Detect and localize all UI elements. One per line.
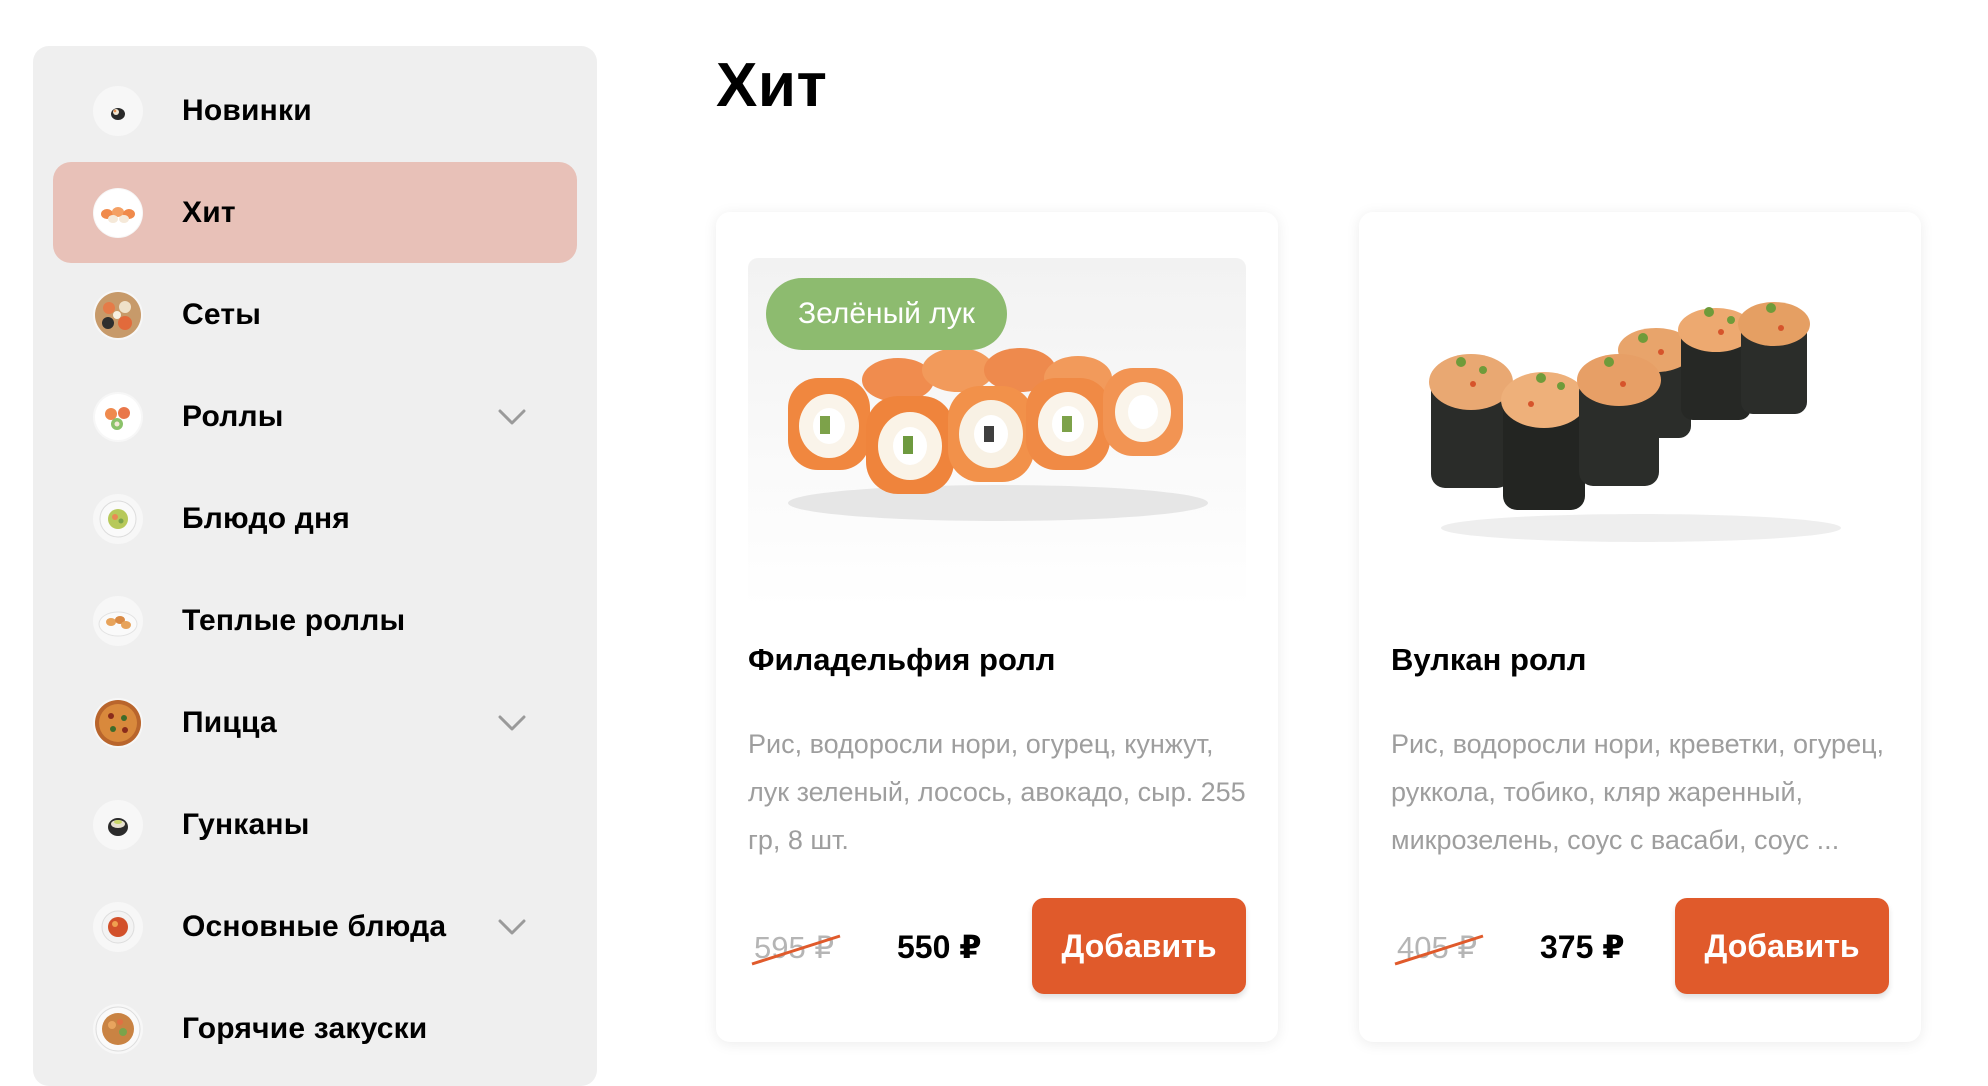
sidebar-item-label: Сеты	[182, 297, 262, 331]
sidebar-item-label: Хит	[182, 195, 236, 229]
sidebar-item-hit[interactable]: Хит	[53, 162, 577, 263]
sidebar-item-sety[interactable]: Сеты	[53, 264, 577, 365]
category-sidebar: Новинки Хит Сеты Роллы Блюдо дня Теплые …	[33, 46, 597, 1086]
add-to-cart-button[interactable]: Добавить	[1675, 898, 1889, 994]
pizza-icon	[93, 697, 143, 748]
gunkan-icon	[93, 799, 143, 850]
current-price: 375 ₽	[1540, 929, 1625, 965]
product-card-philadelphia[interactable]: Зелёный лук Филадельфия ролл Рис, водоро…	[716, 212, 1278, 1042]
strikethrough-mark	[751, 934, 841, 966]
sidebar-item-label: Теплые роллы	[182, 603, 406, 637]
sidebar-item-teplye-rolly[interactable]: Теплые роллы	[53, 570, 577, 671]
sidebar-item-pizza[interactable]: Пицца	[53, 672, 577, 773]
warm-rolls-icon	[93, 595, 143, 646]
sidebar-item-novinki[interactable]: Новинки	[53, 60, 577, 161]
sidebar-item-gunkany[interactable]: Гунканы	[53, 774, 577, 875]
rolls-icon	[93, 391, 143, 442]
chevron-down-icon[interactable]	[497, 407, 527, 427]
old-price: 595 ₽	[751, 930, 841, 966]
sidebar-item-label: Основные блюда	[182, 909, 447, 943]
sidebar-item-label: Новинки	[182, 93, 312, 127]
product-name[interactable]: Филадельфия ролл	[748, 642, 1056, 678]
sidebar-item-label: Пицца	[182, 705, 277, 739]
sushi-set-icon	[93, 289, 143, 340]
product-description: Рис, водоросли нори, креветки, огурец, р…	[1391, 729, 1885, 855]
hot-snacks-icon	[93, 1003, 143, 1054]
sidebar-item-rolly[interactable]: Роллы	[53, 366, 577, 467]
sidebar-item-label: Роллы	[182, 399, 284, 433]
sidebar-item-goryachie-zakuski[interactable]: Горячие закуски	[53, 978, 577, 1079]
product-name[interactable]: Вулкан ролл	[1391, 642, 1587, 678]
sushi-roll-icon	[93, 85, 143, 136]
current-price: 550 ₽	[897, 929, 982, 965]
old-price: 405 ₽	[1394, 930, 1484, 966]
hit-roll-plate-icon	[93, 187, 143, 238]
add-to-cart-button[interactable]: Добавить	[1032, 898, 1246, 994]
sidebar-item-label: Гунканы	[182, 807, 310, 841]
chevron-down-icon[interactable]	[497, 713, 527, 733]
sidebar-item-osnovnye-blyuda[interactable]: Основные блюда	[53, 876, 577, 977]
main-dish-icon	[93, 901, 143, 952]
product-tag: Зелёный лук	[766, 278, 1007, 350]
dish-of-day-icon	[93, 493, 143, 544]
chevron-down-icon[interactable]	[497, 917, 527, 937]
sidebar-item-bludo-dnya[interactable]: Блюдо дня	[53, 468, 577, 569]
product-card-volcano[interactable]: Вулкан ролл Рис, водоросли нори, креветк…	[1359, 212, 1921, 1042]
strikethrough-mark	[1394, 934, 1484, 966]
product-description: Рис, водоросли нори, огурец, кунжут, лук…	[748, 729, 1246, 855]
category-menu: Новинки Хит Сеты Роллы Блюдо дня Теплые …	[33, 46, 597, 1079]
page-title: Хит	[716, 51, 828, 120]
volcano-roll-image[interactable]	[1391, 258, 1889, 608]
sidebar-item-label: Горячие закуски	[182, 1011, 428, 1045]
sidebar-item-label: Блюдо дня	[182, 501, 351, 535]
